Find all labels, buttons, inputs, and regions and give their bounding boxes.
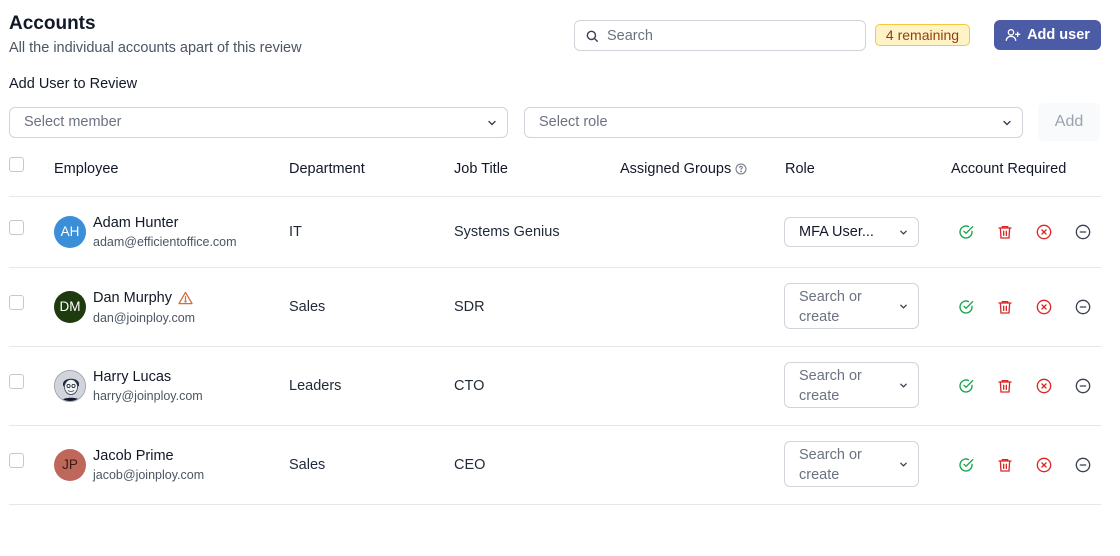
select-member-dropdown[interactable]: Select member (9, 107, 508, 138)
minus-circle-icon[interactable] (1075, 224, 1091, 240)
divider (9, 196, 1101, 197)
avatar: DM (54, 291, 86, 323)
approve-icon[interactable] (958, 457, 974, 473)
search-box[interactable] (574, 20, 866, 51)
page-subtitle: All the individual accounts apart of thi… (9, 40, 302, 56)
chevron-down-icon (900, 230, 907, 235)
trash-icon[interactable] (997, 299, 1013, 315)
row-checkbox[interactable] (9, 453, 24, 468)
add-to-review-label: Add User to Review (9, 76, 138, 92)
role-placeholder: Search or create (799, 289, 862, 325)
employee-name: Dan Murphy (93, 290, 193, 306)
approve-icon[interactable] (958, 299, 974, 315)
select-role-placeholder: Select role (539, 114, 608, 130)
avatar: JP (54, 449, 86, 481)
remove-circle-icon[interactable] (1036, 378, 1052, 394)
role-select[interactable]: Search or create (784, 441, 919, 487)
department: Leaders (289, 378, 342, 394)
job-title: Systems Genius (454, 224, 560, 240)
job-title: CTO (454, 378, 485, 394)
search-icon (586, 30, 598, 42)
role-placeholder: Search or create (799, 368, 862, 404)
chevron-down-icon (900, 383, 907, 388)
add-user-label: Add user (1027, 27, 1090, 43)
trash-icon[interactable] (997, 378, 1013, 394)
avatar: AH (54, 216, 86, 248)
approve-icon[interactable] (958, 378, 974, 394)
employee-email: harry@joinploy.com (93, 389, 203, 403)
column-header-account-required[interactable]: Account Required (951, 161, 1066, 177)
remaining-badge: 4 remaining (875, 24, 970, 46)
row-checkbox[interactable] (9, 220, 24, 235)
select-all-checkbox[interactable] (9, 157, 24, 172)
approve-icon[interactable] (958, 224, 974, 240)
employee-email: adam@efficientoffice.com (93, 235, 237, 249)
row-checkbox[interactable] (9, 374, 24, 389)
role-select[interactable]: Search or create (784, 362, 919, 408)
employee-name: Jacob Prime (93, 448, 174, 464)
remove-circle-icon[interactable] (1036, 299, 1052, 315)
warning-icon (178, 291, 193, 305)
chevron-down-icon (1003, 120, 1011, 126)
job-title: CEO (454, 457, 486, 473)
select-member-placeholder: Select member (24, 114, 122, 130)
add-user-icon (1005, 29, 1021, 41)
role-select[interactable]: Search or create (784, 283, 919, 329)
chevron-down-icon (900, 304, 907, 309)
department: Sales (289, 457, 326, 473)
column-header-employee[interactable]: Employee (54, 161, 118, 177)
job-title: SDR (454, 299, 485, 315)
minus-circle-icon[interactable] (1075, 457, 1091, 473)
employee-email: jacob@joinploy.com (93, 468, 205, 482)
add-button[interactable]: Add (1038, 103, 1100, 141)
minus-circle-icon[interactable] (1075, 299, 1091, 315)
help-icon[interactable] (735, 163, 747, 175)
remove-circle-icon[interactable] (1036, 224, 1052, 240)
divider (9, 504, 1101, 505)
role-select[interactable]: MFA User... (784, 217, 919, 247)
column-header-department[interactable]: Department (289, 161, 365, 177)
department: Sales (289, 299, 326, 315)
column-header-role[interactable]: Role (785, 161, 815, 177)
select-role-dropdown[interactable]: Select role (524, 107, 1023, 138)
remove-circle-icon[interactable] (1036, 457, 1052, 473)
search-input[interactable] (605, 21, 855, 50)
column-header-job-title[interactable]: Job Title (454, 161, 508, 177)
employee-email: dan@joinploy.com (93, 311, 196, 325)
add-user-button[interactable]: Add user (994, 20, 1101, 50)
page-title: Accounts (9, 13, 96, 34)
department: IT (289, 224, 302, 240)
chevron-down-icon (900, 462, 907, 467)
trash-icon[interactable] (997, 457, 1013, 473)
divider (9, 425, 1101, 426)
divider (9, 346, 1101, 347)
row-checkbox[interactable] (9, 295, 24, 310)
trash-icon[interactable] (997, 224, 1013, 240)
avatar-photo (54, 370, 86, 402)
column-header-assigned-groups[interactable]: Assigned Groups (620, 161, 747, 177)
divider (9, 267, 1101, 268)
assigned-groups-label: Assigned Groups (620, 161, 732, 177)
chevron-down-icon (488, 120, 496, 126)
employee-name: Adam Hunter (93, 215, 179, 231)
role-placeholder: Search or create (799, 447, 862, 483)
employee-name: Harry Lucas (93, 369, 172, 385)
minus-circle-icon[interactable] (1075, 378, 1091, 394)
